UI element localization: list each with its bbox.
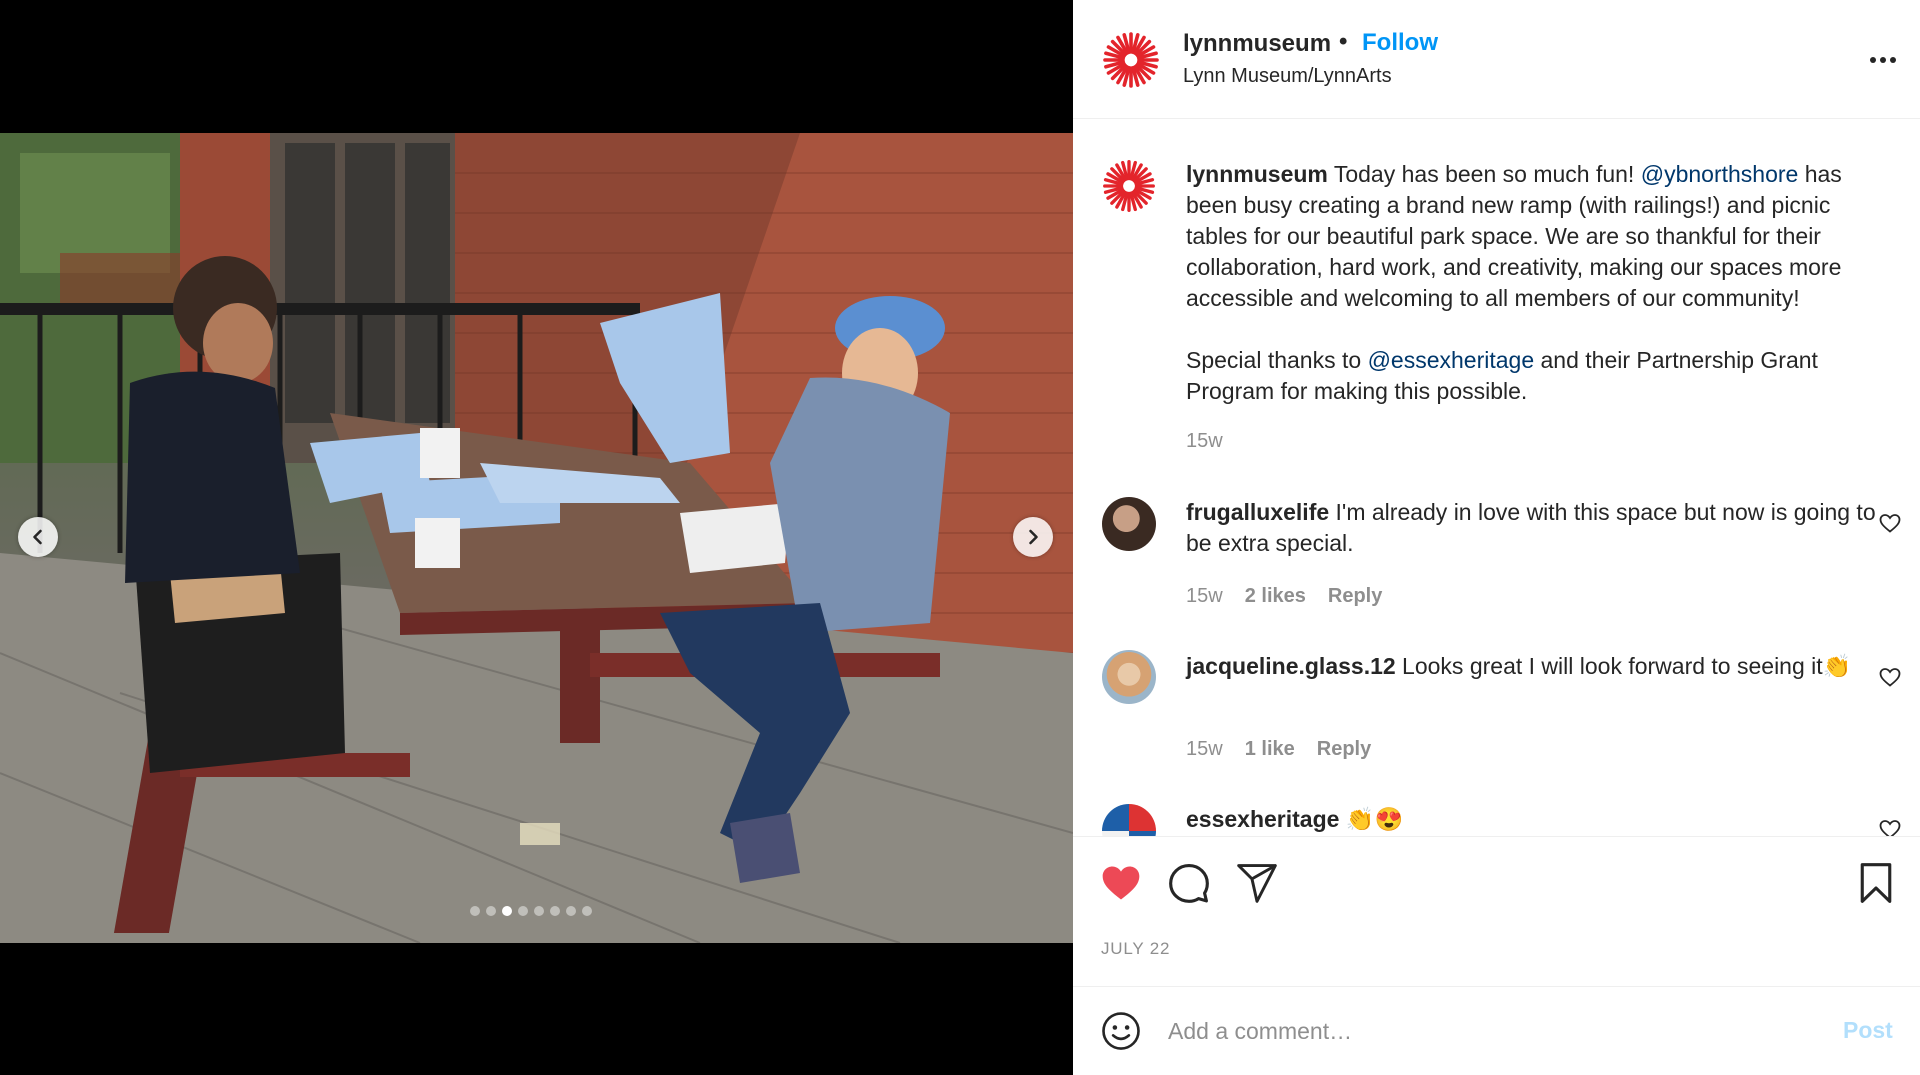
share-paper-plane-icon[interactable] xyxy=(1235,861,1279,905)
caption-username[interactable]: lynnmuseum xyxy=(1186,161,1328,187)
header-username[interactable]: lynnmuseum xyxy=(1183,30,1331,58)
carousel-prev-button[interactable] xyxy=(18,517,58,557)
carousel-dot xyxy=(470,906,480,916)
header-separator: • xyxy=(1339,28,1348,55)
mention-link[interactable]: @essexheritage xyxy=(1368,347,1535,373)
comment-like-icon[interactable] xyxy=(1878,665,1902,689)
comment-body: Looks great I will look forward to seein… xyxy=(1395,653,1852,679)
add-comment-bar: Post xyxy=(1073,986,1920,1075)
comment-username[interactable]: jacqueline.glass.12 xyxy=(1186,653,1396,679)
save-bookmark-icon[interactable] xyxy=(1854,861,1898,905)
comments-list[interactable]: lynnmuseum Today has been so much fun! @… xyxy=(1073,120,1920,836)
comment-text: jacqueline.glass.12 Looks great I will l… xyxy=(1186,651,1886,682)
carousel-dot xyxy=(550,906,560,916)
chevron-left-icon xyxy=(33,529,42,545)
carousel-dot xyxy=(486,906,496,916)
reply-button[interactable]: Reply xyxy=(1328,585,1382,608)
comment-body: 👏😍 xyxy=(1339,806,1404,832)
comment-like-icon[interactable] xyxy=(1878,817,1902,836)
carousel-dot xyxy=(582,906,592,916)
carousel-indicator xyxy=(470,906,592,916)
more-options-button[interactable] xyxy=(1863,40,1903,80)
caption-avatar[interactable] xyxy=(1101,158,1157,214)
carousel-dot xyxy=(518,906,528,916)
carousel-dot xyxy=(566,906,576,916)
post-side-panel: lynnmuseum • Follow Lynn Museum/LynnArts xyxy=(1073,0,1920,1075)
instagram-post-view: lynnmuseum • Follow Lynn Museum/LynnArts xyxy=(0,0,1920,1075)
comment-likes[interactable]: 1 like xyxy=(1245,738,1295,761)
comment-time[interactable]: 15w xyxy=(1186,738,1223,761)
post-date[interactable]: JULY 22 xyxy=(1101,939,1170,959)
chevron-right-icon xyxy=(1029,529,1038,545)
post-comment-button[interactable]: Post xyxy=(1843,1017,1893,1044)
comment-like-icon[interactable] xyxy=(1878,511,1902,535)
location-link[interactable]: Lynn Museum/LynnArts xyxy=(1183,65,1392,88)
comment-likes[interactable]: 2 likes xyxy=(1245,585,1306,608)
post-photo[interactable] xyxy=(0,133,1073,943)
avatar[interactable] xyxy=(1102,804,1156,836)
comment-text: frugalluxelife I'm already in love with … xyxy=(1186,497,1886,559)
caption-text-part: Today has been so much fun! xyxy=(1327,161,1641,187)
photo-illustration xyxy=(0,133,1073,943)
comment-bubble-icon[interactable] xyxy=(1167,861,1211,905)
caption-time[interactable]: 15w xyxy=(1186,430,1223,453)
reply-button[interactable]: Reply xyxy=(1317,738,1371,761)
avatar[interactable] xyxy=(1102,650,1156,704)
comment-input[interactable] xyxy=(1168,1011,1788,1051)
emoji-icon[interactable] xyxy=(1100,1010,1142,1052)
comment-meta: 15w 1 like Reply xyxy=(1186,738,1371,761)
follow-button[interactable]: Follow xyxy=(1362,29,1438,57)
comment-username[interactable]: frugalluxelife xyxy=(1186,499,1329,525)
lynn-museum-logo-icon xyxy=(1103,32,1159,88)
comment-username[interactable]: essexheritage xyxy=(1186,806,1339,832)
carousel-dot xyxy=(534,906,544,916)
comment-text: essexheritage 👏😍 xyxy=(1186,804,1886,835)
caption-meta: 15w xyxy=(1186,430,1223,453)
profile-avatar[interactable] xyxy=(1101,30,1161,90)
action-bar: JULY 22 xyxy=(1073,836,1920,986)
caption-text-part: Special thanks to xyxy=(1186,347,1368,373)
like-heart-icon[interactable] xyxy=(1099,861,1143,905)
caption-text: lynnmuseum Today has been so much fun! @… xyxy=(1186,159,1886,407)
comment-time[interactable]: 15w xyxy=(1186,585,1223,608)
lynn-museum-logo-icon xyxy=(1103,160,1155,212)
post-header: lynnmuseum • Follow Lynn Museum/LynnArts xyxy=(1073,0,1920,119)
mention-link[interactable]: @ybnorthshore xyxy=(1641,161,1799,187)
media-viewer xyxy=(0,0,1073,1075)
carousel-next-button[interactable] xyxy=(1013,517,1053,557)
avatar[interactable] xyxy=(1102,497,1156,551)
carousel-dot xyxy=(502,906,512,916)
comment-meta: 15w 2 likes Reply xyxy=(1186,585,1382,608)
more-horizontal-icon xyxy=(1870,57,1896,63)
